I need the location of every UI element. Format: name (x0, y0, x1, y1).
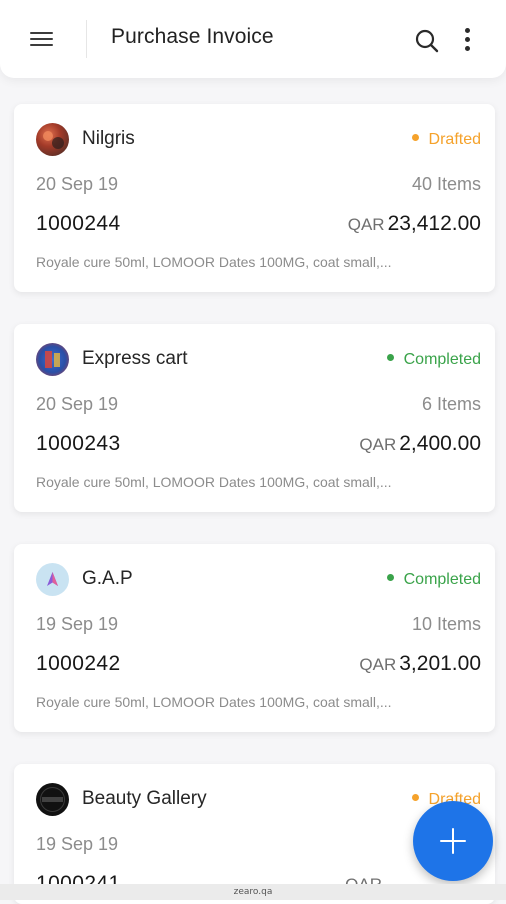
invoice-description: Royale cure 50ml, LOMOOR Dates 100MG, co… (36, 474, 392, 490)
vendor-avatar (36, 123, 69, 156)
invoice-amount: QAR 2,400.00 (359, 432, 481, 455)
vendor-name: Nilgris (82, 128, 135, 149)
vendor-name: Beauty Gallery (82, 788, 207, 809)
vendor-avatar (36, 563, 69, 596)
more-vert-icon[interactable] (460, 26, 476, 54)
invoice-date: 19 Sep 19 (36, 614, 119, 634)
invoice-number: 1000243 (36, 432, 121, 455)
status-dot-icon (386, 574, 394, 582)
page-title: Purchase Invoice (111, 25, 274, 48)
vendor-avatar (36, 343, 69, 376)
currency-label: QAR (359, 655, 397, 674)
invoice-date: 20 Sep 19 (36, 174, 119, 194)
vendor-avatar (36, 783, 69, 816)
invoice-description: Royale cure 50ml, LOMOOR Dates 100MG, co… (36, 694, 392, 710)
status-dot-icon (411, 794, 419, 802)
add-invoice-button[interactable] (413, 801, 493, 881)
status-badge: Drafted (411, 131, 481, 149)
invoice-amount: QAR 3,201.00 (359, 652, 481, 675)
footer-watermark: zearo.qa (0, 884, 506, 900)
invoice-card[interactable]: G.A.P Completed 19 Sep 19 10 Items 10002… (14, 544, 495, 732)
invoice-number: 1000244 (36, 212, 121, 235)
invoice-number: 1000242 (36, 652, 121, 675)
invoice-date: 19 Sep 19 (36, 834, 119, 854)
vendor-name: G.A.P (82, 568, 133, 589)
status-dot-icon (411, 134, 419, 142)
currency-label: QAR (347, 215, 385, 234)
invoice-description: Royale cure 50ml, LOMOOR Dates 100MG, co… (36, 254, 392, 270)
status-badge: Completed (386, 351, 481, 369)
menu-icon[interactable] (30, 30, 54, 48)
app-bar: Purchase Invoice (0, 0, 506, 78)
item-count: 6 Items (421, 394, 481, 414)
search-icon[interactable] (414, 28, 440, 54)
invoice-date: 20 Sep 19 (36, 394, 119, 414)
invoice-card[interactable]: Nilgris Drafted 20 Sep 19 40 Items 10002… (14, 104, 495, 292)
vendor-name: Express cart (82, 348, 188, 369)
status-dot-icon (386, 354, 394, 362)
invoice-amount: QAR 23,412.00 (347, 212, 481, 235)
item-count: 40 Items (411, 174, 481, 194)
invoice-card[interactable]: Express cart Completed 20 Sep 19 6 Items… (14, 324, 495, 512)
status-badge: Completed (386, 571, 481, 589)
item-count: 10 Items (411, 614, 481, 634)
divider (86, 20, 87, 58)
currency-label: QAR (359, 435, 397, 454)
